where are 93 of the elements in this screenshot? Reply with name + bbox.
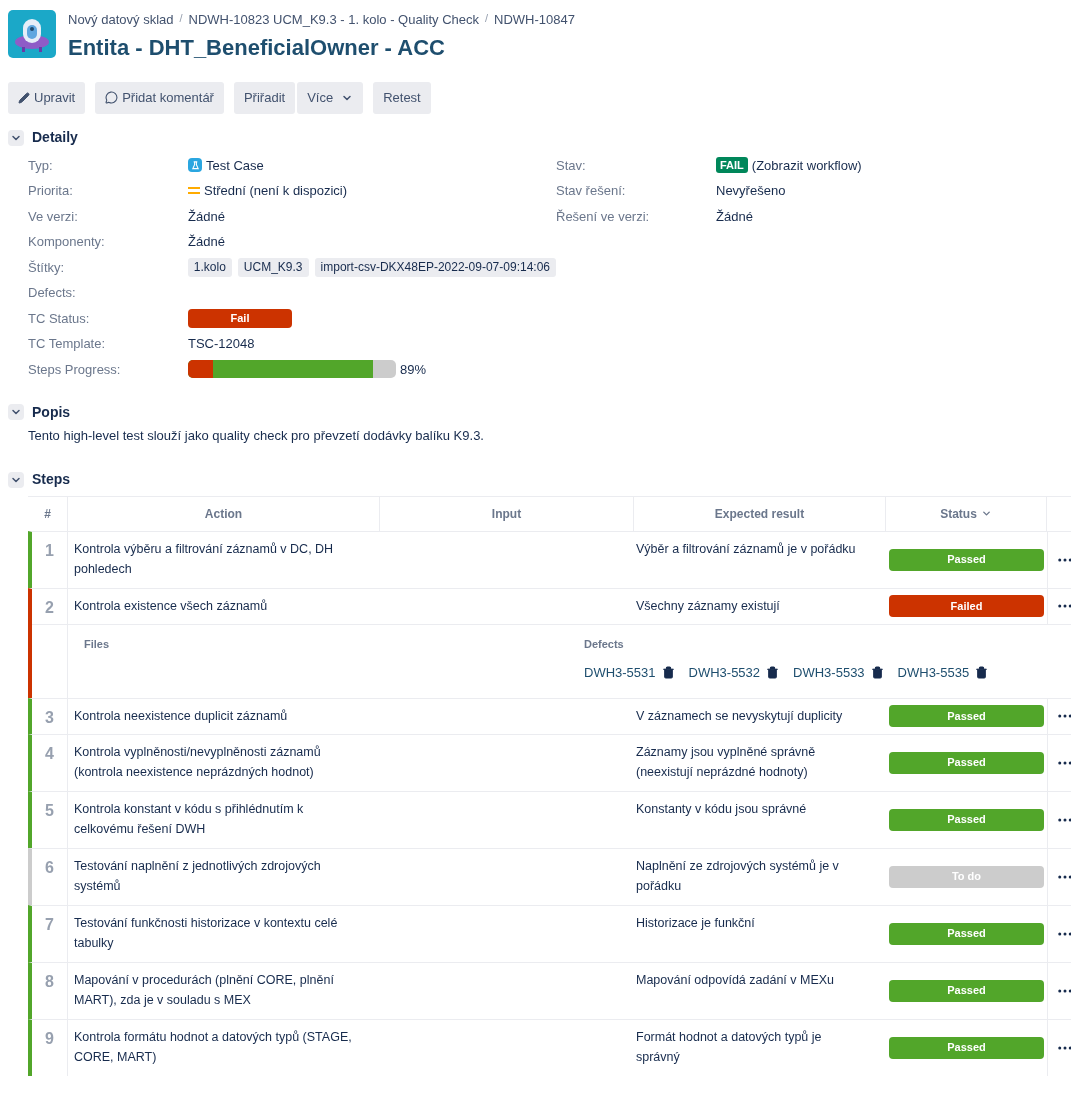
breadcrumb-separator: / — [179, 10, 183, 26]
expected-result: Záznamy jsou vyplněné správně (neexistují neprázdné hodnoty) — [635, 743, 817, 781]
breadcrumb-link[interactable]: NDWH-10847 — [494, 10, 575, 30]
step-number: 3 — [32, 698, 68, 734]
defect-link[interactable]: DWH3-5532 — [688, 663, 761, 683]
defect-link[interactable]: DWH3-5535 — [897, 663, 970, 683]
step-number: 6 — [32, 848, 68, 905]
defects-label: Defects — [584, 637, 624, 650]
breadcrumb-link[interactable]: Nový datový sklad — [68, 10, 174, 30]
step-action: Kontrola neexistence duplicit záznamů — [73, 707, 289, 725]
edit-button[interactable]: Upravit — [8, 81, 86, 114]
column-header[interactable]: Status — [886, 496, 1047, 531]
trash-icon[interactable] — [661, 666, 675, 680]
trash-icon[interactable] — [975, 666, 989, 680]
expected-result: Historizace je funkční — [635, 914, 756, 932]
expected-result: V záznamech se nevyskytují duplicity — [635, 707, 844, 725]
field-value: TSC-12048 — [188, 335, 255, 353]
collapse-toggle[interactable] — [8, 129, 24, 146]
column-header: Action — [68, 496, 380, 531]
trash-icon[interactable] — [870, 666, 884, 680]
toolbar-button[interactable]: Retest — [373, 81, 431, 114]
expected-result: Výběr a filtrování záznamů je v pořádku — [635, 540, 857, 558]
workflow-link[interactable]: (Zobrazit workflow) — [751, 155, 862, 175]
step-action: Testování naplnění z jednotlivých zdrojových systémů — [73, 857, 322, 895]
collapse-toggle[interactable] — [8, 471, 24, 488]
expected-result: Naplnění ze zdrojových systémů je v pořádku — [635, 857, 840, 895]
expected-result: Všechny záznamy existují — [635, 597, 781, 615]
toolbar-button[interactable]: Přiřadit — [233, 81, 296, 114]
step-number: 5 — [32, 791, 68, 848]
tc-status-badge: Fail — [188, 308, 292, 328]
step-action: Testování funkčnosti historizace v kontextu celé tabulky — [73, 914, 339, 952]
field-value: Žádné — [188, 207, 225, 226]
issue-type: Test Case — [206, 156, 264, 175]
label-tag[interactable]: 1.kolo — [187, 257, 232, 277]
field-label: Defects: — [28, 284, 77, 302]
status-lozenge: FAIL — [716, 157, 748, 174]
field-label: TC Status: — [28, 309, 91, 328]
section-title: Detaily — [32, 128, 78, 147]
step-action: Kontrola existence všech záznamů — [73, 597, 269, 615]
issue-title: Entita - DHT_BeneficialOwner - ACC — [68, 33, 446, 62]
field-value: Žádné — [716, 207, 753, 226]
status-badge[interactable]: Failed — [889, 595, 1044, 617]
field-label: TC Template: — [28, 335, 107, 353]
field-label: Ve verzi: — [28, 207, 79, 226]
step-number: 9 — [32, 1019, 68, 1076]
priority-value: Střední (není k dispozici) — [204, 182, 348, 200]
comment-button[interactable]: Přidat komentář — [95, 81, 224, 114]
expected-result: Mapování odpovídá zadání v MEXu — [635, 971, 836, 989]
field-value: Žádné — [188, 233, 225, 251]
column-header: Input — [380, 496, 634, 531]
field-label: Řešení ve verzi: — [556, 207, 651, 226]
expected-result: Formát hodnot a datových typů je správný — [635, 1028, 823, 1066]
pencil-icon — [18, 91, 30, 104]
step-number: 8 — [32, 962, 68, 1019]
flask-icon — [188, 158, 202, 173]
breadcrumb-link[interactable]: NDWH-10823 UCM_K9.3 - 1. kolo - Quality Check — [188, 10, 479, 30]
collapse-toggle[interactable] — [8, 404, 24, 420]
step-number: 7 — [32, 905, 68, 962]
step-action: Kontrola konstant v kódu s přihlédnutím k celkovému řešení DWH — [73, 800, 305, 838]
files-label: Files — [84, 637, 110, 650]
column-header: Expected result — [634, 496, 886, 531]
breadcrumb-separator: / — [485, 10, 489, 26]
defect-link[interactable]: DWH3-5531 — [584, 663, 656, 683]
progress-reading: 89% — [400, 360, 427, 379]
field-value: Nevyřešeno — [716, 182, 786, 200]
field-label: Komponenty: — [28, 233, 106, 251]
more-dropdown[interactable]: Více — [297, 81, 364, 114]
description-text: Tento high-level test slouží jako quality check pro převzetí dodávky balíku K9.3. — [27, 427, 485, 445]
field-label: Typ: — [28, 156, 54, 175]
trash-icon[interactable] — [766, 666, 780, 680]
label-tag[interactable]: import-csv-DKX48EP-2022-09-07-09:14:06 — [314, 257, 556, 277]
field-label: Stav: — [556, 156, 587, 175]
step-action: Kontrola výběru a filtrování záznamů v DC, DH pohledech — [73, 540, 335, 578]
comment-icon — [105, 91, 119, 104]
step-action: Kontrola formátu hodnot a datových typů (STAGE, CORE, MART) — [73, 1028, 353, 1066]
field-label: Steps Progress: — [28, 360, 122, 379]
column-header: # — [28, 496, 68, 531]
defect-link[interactable]: DWH3-5533 — [793, 663, 865, 683]
step-action: Mapování v procedurách (plnění CORE, plnění MART), zda je v souladu s MEX — [73, 971, 335, 1009]
field-label: Priorita: — [28, 182, 74, 200]
step-number: 2 — [32, 588, 68, 624]
field-label: Stav řešení: — [556, 182, 627, 200]
project-avatar — [8, 10, 56, 58]
priority-icon — [188, 186, 200, 195]
step-action: Kontrola vyplněnosti/nevyplněnosti záznamů (kontrola neexistence neprázdných hodnot) — [73, 743, 322, 781]
step-number: 1 — [32, 531, 68, 588]
label-tag[interactable]: UCM_K9.3 — [237, 257, 309, 277]
chevron-icon — [980, 508, 992, 519]
section-title: Popis — [32, 402, 71, 422]
expected-result: Konstanty v kódu jsou správné — [635, 800, 808, 818]
field-label: Štítky: — [28, 258, 66, 277]
step-number: 4 — [32, 734, 68, 791]
section-title: Steps — [32, 470, 71, 489]
